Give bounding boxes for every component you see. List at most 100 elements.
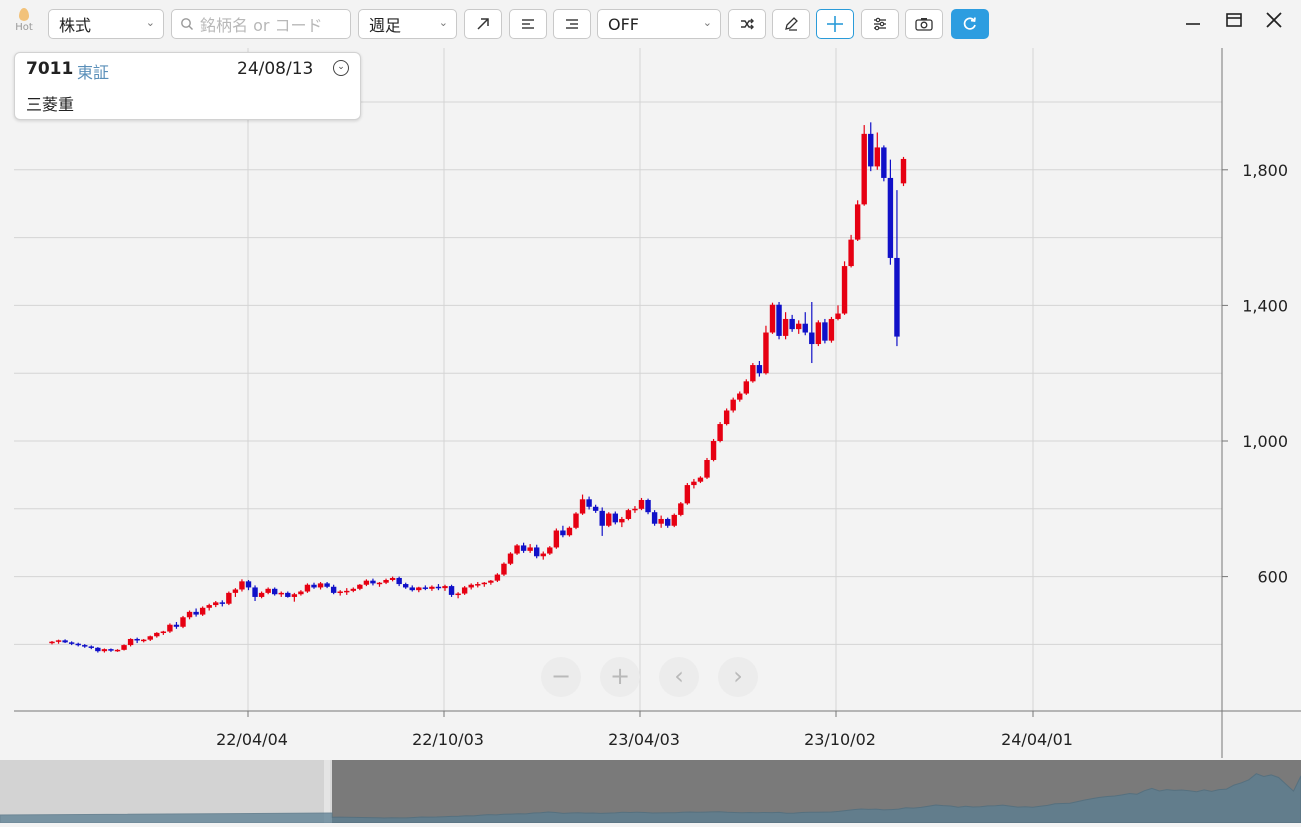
candle xyxy=(62,639,68,644)
candle-body xyxy=(278,592,284,595)
candle-body xyxy=(173,624,180,627)
candle-body xyxy=(763,332,769,374)
candle xyxy=(900,156,907,187)
candle-body xyxy=(344,590,350,593)
settings-button[interactable] xyxy=(861,9,899,39)
align-left-icon xyxy=(522,19,534,29)
candle xyxy=(678,502,684,517)
market-select[interactable]: 株式 ⌄ xyxy=(48,9,164,39)
shuffle-button[interactable] xyxy=(728,9,766,39)
zoom-out-button[interactable]: − xyxy=(541,657,581,697)
candle-body xyxy=(619,518,625,523)
candle-body xyxy=(861,133,867,205)
candle xyxy=(213,601,219,608)
candle xyxy=(815,320,822,347)
chart-grid xyxy=(14,48,1222,711)
candle xyxy=(691,478,697,489)
zoom-in-button[interactable]: + xyxy=(600,657,640,697)
candle-body xyxy=(606,513,612,526)
candle xyxy=(121,644,127,651)
candle xyxy=(442,584,448,591)
candle-body xyxy=(298,591,304,595)
indicator-select[interactable]: OFF ⌄ xyxy=(597,9,721,39)
candle-body xyxy=(520,545,527,551)
candle-body xyxy=(665,518,671,526)
trendline-button[interactable] xyxy=(464,9,502,39)
align-right-button[interactable] xyxy=(553,9,591,39)
candle-body xyxy=(403,584,409,588)
candle-body xyxy=(671,514,677,526)
x-tick-label: 24/04/01 xyxy=(1001,730,1073,749)
candle-body xyxy=(553,530,560,548)
candle-body xyxy=(802,323,808,333)
flame-icon xyxy=(19,8,29,21)
candle-body xyxy=(448,586,455,595)
candle xyxy=(651,510,658,526)
refresh-button[interactable] xyxy=(951,9,989,39)
candle xyxy=(802,312,808,336)
candle-body xyxy=(429,586,435,589)
candle xyxy=(416,586,422,593)
minimize-button[interactable] xyxy=(1183,10,1203,38)
candle xyxy=(75,642,81,647)
candle xyxy=(579,494,586,515)
plus-icon: + xyxy=(609,662,631,690)
candle-body xyxy=(265,588,271,593)
candle xyxy=(396,576,402,587)
candle xyxy=(625,508,632,521)
crosshair-button[interactable] xyxy=(816,9,854,39)
candle xyxy=(704,457,710,479)
candle xyxy=(160,630,167,635)
candle xyxy=(828,316,835,343)
candle xyxy=(619,516,625,528)
candle-body xyxy=(769,304,776,333)
candle xyxy=(723,408,730,426)
candlestick-chart[interactable]: 600 1,000 1,400 1,800 22/04/04 22/10/03 23/04/… xyxy=(0,48,1301,758)
screenshot-button[interactable] xyxy=(905,9,943,39)
candle xyxy=(304,583,311,593)
candle-body xyxy=(108,649,114,651)
crosshair-icon xyxy=(827,16,843,32)
y-tick-label: 1,800 xyxy=(1242,161,1288,180)
candle xyxy=(887,159,894,265)
hot-button[interactable]: Hot xyxy=(12,8,36,33)
candle xyxy=(448,584,455,597)
maximize-button[interactable] xyxy=(1224,10,1244,38)
candle xyxy=(370,578,376,586)
candle-body xyxy=(809,332,815,345)
candle-body xyxy=(291,594,298,597)
overview-navigator[interactable] xyxy=(0,760,1301,824)
candle-body xyxy=(199,607,206,615)
draw-button[interactable] xyxy=(772,9,810,39)
y-tick-label: 1,400 xyxy=(1242,296,1288,315)
candle-body xyxy=(507,553,514,564)
candle-body xyxy=(560,530,566,536)
candle xyxy=(363,579,370,587)
camera-icon xyxy=(915,18,933,31)
align-left-button[interactable] xyxy=(509,9,547,39)
chevron-down-icon: ⌄ xyxy=(438,16,448,29)
indicator-select-value: OFF xyxy=(608,14,639,34)
market-select-value: 株式 xyxy=(59,16,92,35)
candle xyxy=(193,608,199,617)
candle xyxy=(737,391,743,402)
scroll-left-button[interactable]: ‹ xyxy=(659,657,699,697)
candle xyxy=(95,647,101,653)
candle-body xyxy=(62,640,68,643)
close-button[interactable] xyxy=(1264,10,1284,38)
candle-body xyxy=(304,584,311,592)
search-input[interactable]: 銘柄名 or コード xyxy=(171,9,351,39)
candle xyxy=(239,579,245,592)
candle-body xyxy=(416,587,422,591)
candle-body xyxy=(330,586,337,593)
candle xyxy=(560,525,566,538)
chevron-down-circle-icon[interactable]: ⌄ xyxy=(333,60,349,76)
candle xyxy=(894,190,900,347)
candle-body xyxy=(566,527,573,536)
period-select[interactable]: 週足 ⌄ xyxy=(358,9,457,39)
chart-axes: 600 1,000 1,400 1,800 22/04/04 22/10/03 23/04/… xyxy=(14,48,1301,758)
candle-body xyxy=(599,510,605,526)
candle xyxy=(461,586,468,595)
scroll-right-button[interactable]: › xyxy=(718,657,758,697)
candle xyxy=(573,512,579,530)
